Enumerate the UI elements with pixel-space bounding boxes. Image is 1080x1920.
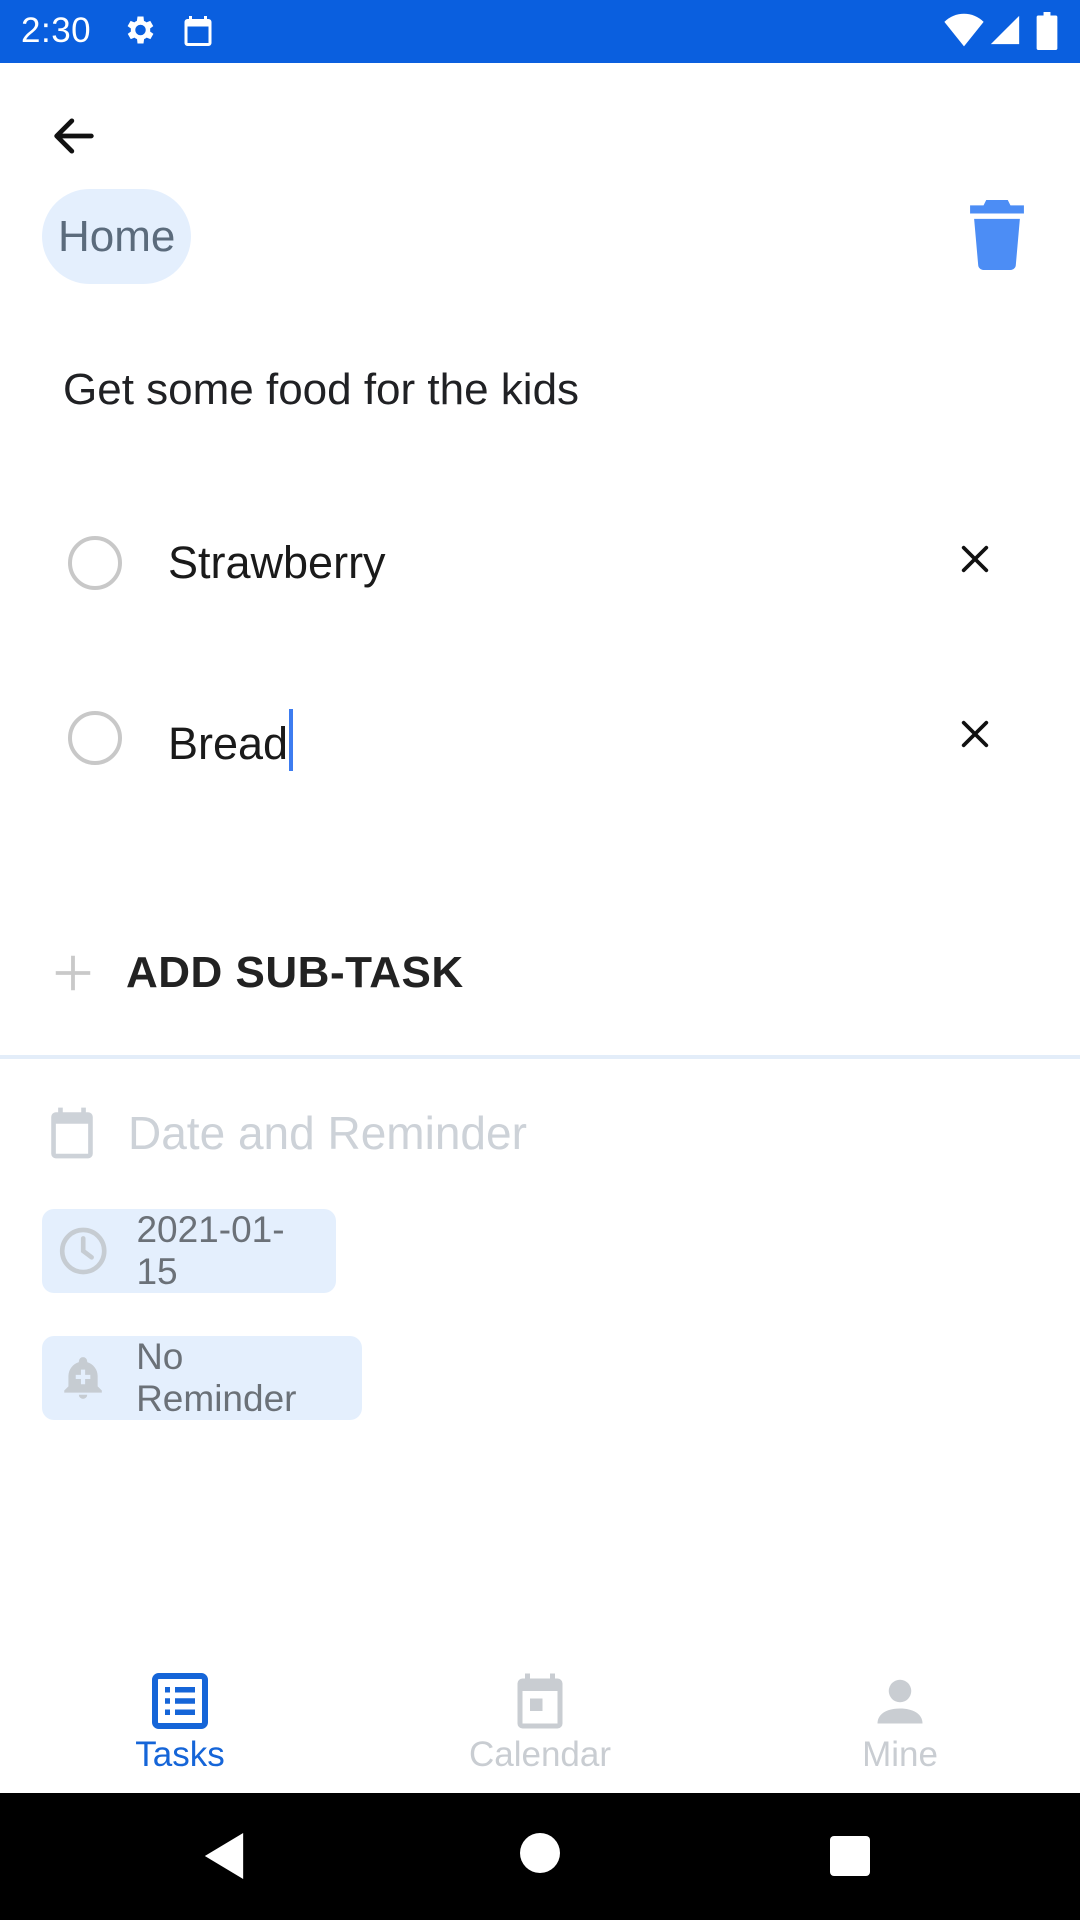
- calendar-icon: [51, 1107, 93, 1159]
- list-icon: [152, 1673, 208, 1729]
- subtask-row: Bread: [0, 683, 1080, 793]
- nav-tasks[interactable]: Tasks: [80, 1655, 280, 1793]
- text-cursor: [289, 709, 294, 771]
- add-subtask-label: ADD SUB-TASK: [126, 948, 464, 997]
- subtask-text[interactable]: Strawberry: [168, 534, 386, 592]
- nav-mine-label: Mine: [862, 1735, 938, 1774]
- back-arrow-icon[interactable]: [44, 110, 104, 162]
- bell-plus-icon: [64, 1357, 102, 1399]
- subtask-checkbox[interactable]: [68, 536, 122, 590]
- system-navigation-bar: [0, 1793, 1080, 1920]
- calendar-icon: [184, 16, 212, 46]
- plus-icon: [55, 955, 91, 991]
- reminder-value: No Reminder: [136, 1336, 297, 1419]
- task-title[interactable]: Get some food for the kids: [63, 360, 579, 420]
- nav-mine[interactable]: Mine: [800, 1655, 1000, 1793]
- subtask-text: Bread: [168, 718, 289, 769]
- date-reminder-label: Date and Reminder: [128, 1107, 527, 1159]
- wifi-icon: [944, 13, 984, 47]
- close-icon[interactable]: [958, 717, 992, 751]
- system-home-icon[interactable]: [520, 1833, 560, 1873]
- close-icon[interactable]: [958, 542, 992, 576]
- calendar-icon: [517, 1673, 563, 1729]
- category-chip[interactable]: Home: [42, 189, 192, 284]
- nav-calendar-label: Calendar: [468, 1735, 612, 1774]
- nav-calendar[interactable]: Calendar: [440, 1655, 640, 1793]
- date-reminder-header: Date and Reminder: [44, 1103, 527, 1163]
- reminder-chip[interactable]: No Reminder: [42, 1336, 362, 1420]
- category-label: Home: [58, 211, 176, 261]
- bottom-navigation: Tasks Calendar Mine: [0, 1655, 1080, 1793]
- nav-tasks-label: Tasks: [135, 1735, 225, 1774]
- battery-icon: [1036, 12, 1058, 50]
- gear-icon: [127, 16, 154, 44]
- due-date-chip[interactable]: 2021-01-15: [42, 1209, 336, 1293]
- due-date-value: 2021-01-15: [136, 1209, 285, 1292]
- subtask-checkbox[interactable]: [68, 711, 122, 765]
- status-time: 2:30: [21, 11, 92, 50]
- subtask-text-input[interactable]: Bread: [168, 709, 294, 773]
- trash-icon[interactable]: [970, 200, 1024, 270]
- add-subtask-button[interactable]: ADD SUB-TASK: [50, 945, 464, 1001]
- subtask-row: Strawberry: [0, 508, 1080, 618]
- status-bar: 2:30: [0, 0, 1080, 63]
- person-icon: [877, 1679, 923, 1724]
- system-recents-icon[interactable]: [830, 1836, 870, 1876]
- signal-icon: [990, 15, 1020, 45]
- divider: [0, 1055, 1080, 1059]
- system-back-icon[interactable]: [204, 1833, 244, 1879]
- clock-icon: [59, 1227, 107, 1275]
